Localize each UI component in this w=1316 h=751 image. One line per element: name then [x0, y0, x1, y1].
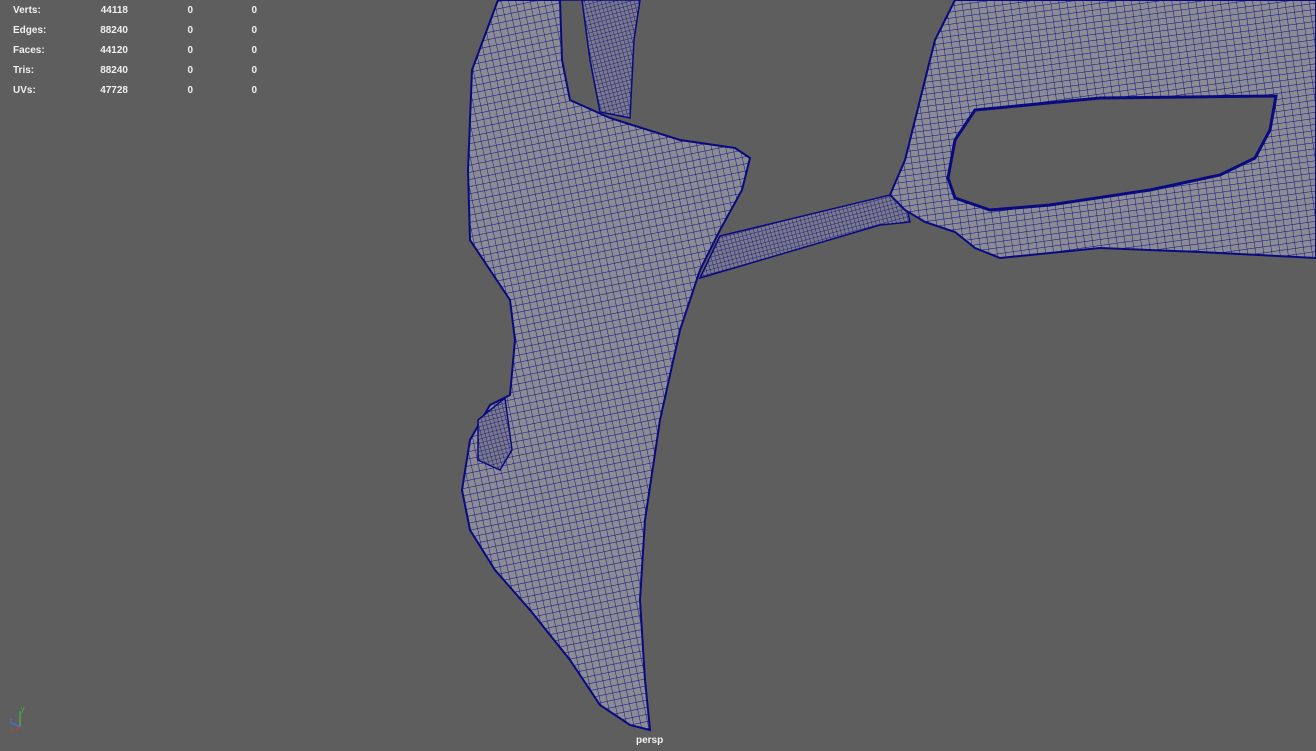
hud-value: 44118	[100, 5, 128, 16]
y-axis-label: y	[21, 706, 25, 713]
hud-label: UVs:	[13, 85, 36, 96]
hud-value: 44120	[100, 45, 128, 56]
wireframe-mesh[interactable]	[0, 0, 1316, 751]
hud-label: Verts:	[13, 5, 41, 16]
hud-row-verts: Verts: 44118 0 0	[13, 1, 273, 21]
hud-row-faces: Faces: 44120 0 0	[13, 41, 273, 61]
hud-label: Tris:	[13, 65, 35, 76]
hud-value: 0	[187, 5, 193, 16]
hud-value: 0	[251, 45, 257, 56]
x-axis-line	[15, 726, 21, 731]
hud-row-edges: Edges: 88240 0 0	[13, 21, 273, 41]
hud-value: 47728	[100, 85, 128, 96]
hud-value: 0	[251, 85, 257, 96]
hud-value: 0	[251, 25, 257, 36]
camera-name-label: persp	[636, 735, 664, 746]
hud-row-tris: Tris: 88240 0 0	[13, 61, 273, 81]
hud-label: Edges:	[13, 25, 47, 36]
hud-value: 0	[187, 85, 193, 96]
hud-label: Faces:	[13, 45, 45, 56]
hud-value: 0	[187, 45, 193, 56]
mesh-left-bulge	[477, 396, 513, 471]
x-axis-label: x	[11, 728, 14, 733]
axis-gizmo-icon: y z x	[9, 706, 25, 733]
hud-value: 0	[187, 65, 193, 76]
hud-value: 0	[187, 25, 193, 36]
hud-row-uvs: UVs: 47728 0 0	[13, 81, 273, 101]
hud-value: 88240	[100, 65, 128, 76]
z-axis-label: z	[9, 718, 13, 725]
3d-viewport[interactable]: Verts: 44118 0 0 Edges: 88240 0 0 Faces:…	[0, 0, 1316, 751]
hud-value: 88240	[100, 25, 128, 36]
z-axis-line	[11, 722, 21, 728]
poly-count-hud: Verts: 44118 0 0 Edges: 88240 0 0 Faces:…	[13, 1, 273, 101]
hud-value: 0	[251, 65, 257, 76]
hud-value: 0	[251, 5, 257, 16]
